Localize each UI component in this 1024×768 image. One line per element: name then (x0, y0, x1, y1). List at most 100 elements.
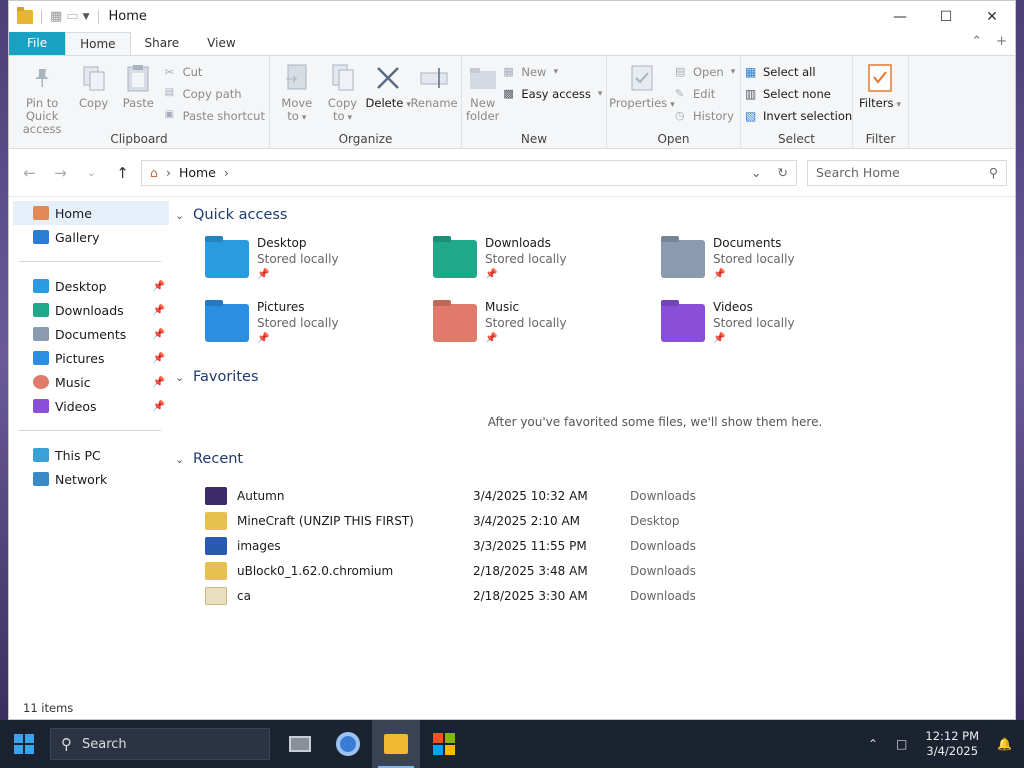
quick-access-item-pictures[interactable]: Pictures Stored locally 📌 (205, 299, 433, 351)
recent-file-row[interactable]: ca 2/18/2025 3:30 AM Downloads (205, 583, 1015, 608)
windows-logo-icon (14, 734, 34, 754)
edit-label: Edit (693, 86, 716, 101)
invert-selection-button[interactable]: ▧ Invert selection (745, 106, 852, 125)
address-bar[interactable]: ⌂ › Home › ⌄ ↻ (141, 159, 797, 186)
favorites-empty-message: After you've favorited some files, we'll… (487, 415, 823, 429)
quick-access-item-desktop[interactable]: Desktop Stored locally 📌 (205, 235, 433, 287)
desktop-wallpaper (0, 0, 8, 720)
select-all-label: Select all (763, 64, 816, 79)
pin-icon: 📌 (152, 280, 165, 292)
taskbar-store[interactable] (420, 720, 468, 768)
move-to-icon (282, 62, 312, 94)
easy-access-button[interactable]: ▩ Easy access (503, 84, 602, 103)
clock[interactable]: 12:12 PM 3/4/2025 (925, 729, 979, 759)
sidebar-item-gallery[interactable]: Gallery (9, 225, 169, 249)
main-area: Home Gallery Desktop 📌 Downloads 📌 Docum… (9, 198, 1015, 719)
tab-share[interactable]: Share (131, 32, 194, 55)
organize-group: Move to Copy to Delete Rename Organize (270, 56, 462, 148)
quick-access-item-downloads[interactable]: Downloads Stored locally 📌 (433, 235, 661, 287)
select-none-button[interactable]: ▥ Select none (745, 84, 852, 103)
paste-shortcut-button[interactable]: ▣ Paste shortcut (165, 106, 265, 125)
filters-label: Filters (859, 97, 901, 112)
address-dropdown-chevron-icon[interactable]: ⌄ (751, 165, 761, 180)
recent-file-row[interactable]: MineCraft (UNZIP THIS FIRST) 3/4/2025 2:… (205, 508, 1015, 533)
folder-location: Stored locally (713, 316, 795, 330)
quick-access-item-documents[interactable]: Documents Stored locally 📌 (661, 235, 889, 287)
sidebar-item-label: Desktop (55, 278, 107, 294)
minimize-button[interactable]: — (877, 1, 923, 32)
sidebar-item-home[interactable]: Home (13, 201, 169, 225)
sidebar-item-pictures[interactable]: Pictures 📌 (9, 346, 169, 370)
tab-view[interactable]: View (193, 32, 249, 55)
new-folder-icon[interactable]: ▭ (66, 9, 78, 24)
taskbar-file-explorer[interactable] (372, 720, 420, 768)
history-icon: ◷ (675, 108, 685, 122)
tab-home[interactable]: Home (65, 32, 131, 55)
store-icon (433, 733, 455, 755)
recent-file-row[interactable]: Autumn 3/4/2025 10:32 AM Downloads (205, 483, 1015, 508)
open-button[interactable]: ▤ Open (675, 62, 735, 81)
recent-file-row[interactable]: uBlock0_1.62.0.chromium 2/18/2025 3:48 A… (205, 558, 1015, 583)
forward-arrow-icon[interactable]: → (48, 164, 73, 182)
section-title: Quick access (193, 207, 288, 223)
up-arrow-icon[interactable]: ↑ (110, 164, 135, 182)
quick-access-item-music[interactable]: Music Stored locally 📌 (433, 299, 661, 351)
copy-label: Copy (79, 96, 109, 110)
file-name: uBlock0_1.62.0.chromium (237, 563, 394, 578)
properties-check-icon (627, 62, 657, 94)
recent-header[interactable]: ⌄ Recent (175, 447, 1015, 471)
history-button[interactable]: ◷ History (675, 106, 735, 125)
file-date: 2/18/2025 3:30 AM (473, 588, 588, 603)
certificate-file-icon (205, 586, 227, 605)
refresh-icon[interactable]: ↻ (778, 165, 788, 180)
sidebar-item-videos[interactable]: Videos 📌 (9, 394, 169, 418)
pin-icon: 📌 (152, 352, 165, 364)
file-location: Desktop (630, 513, 680, 528)
sidebar-item-label: Home (55, 205, 92, 221)
task-view-button[interactable] (276, 720, 324, 768)
copy-icon (79, 62, 109, 94)
start-button[interactable] (0, 720, 48, 768)
plus-icon[interactable]: + (996, 34, 1007, 49)
sidebar-item-music[interactable]: Music 📌 (9, 370, 169, 394)
chevron-up-icon[interactable]: ⌃ (868, 737, 878, 751)
file-location: Downloads (630, 563, 696, 578)
breadcrumb-home[interactable]: Home (179, 165, 216, 180)
sidebar-item-label: Network (55, 471, 108, 487)
cut-button[interactable]: ✂ Cut (165, 62, 265, 81)
edit-button[interactable]: ✎ Edit (675, 84, 735, 103)
status-bar: 11 items (9, 697, 1015, 719)
new-item-button[interactable]: ▦ New (503, 62, 602, 81)
notification-bell-icon[interactable]: 🔔 (997, 737, 1012, 751)
quick-access-item-videos[interactable]: Videos Stored locally 📌 (661, 299, 889, 351)
sidebar-item-label: This PC (55, 447, 101, 463)
network-icon[interactable]: □ (896, 737, 907, 751)
recent-file-row[interactable]: images 3/3/2025 11:55 PM Downloads (205, 533, 1015, 558)
sidebar-item-network[interactable]: Network (9, 467, 169, 491)
sidebar-item-desktop[interactable]: Desktop 📌 (9, 274, 169, 298)
sidebar-item-this-pc[interactable]: This PC (9, 443, 169, 467)
folder-location: Stored locally (485, 252, 567, 266)
select-all-button[interactable]: ▦ Select all (745, 62, 852, 81)
sidebar-item-downloads[interactable]: Downloads 📌 (9, 298, 169, 322)
documents-icon (33, 327, 49, 341)
copy-path-button[interactable]: ▤ Copy path (165, 84, 265, 103)
quick-access-header[interactable]: ⌄ Quick access (175, 203, 1015, 227)
sidebar-item-documents[interactable]: Documents 📌 (9, 322, 169, 346)
taskbar-chromium[interactable] (324, 720, 372, 768)
tab-file[interactable]: File (9, 32, 66, 55)
recent-locations-chevron-icon[interactable]: ⌄ (79, 166, 104, 179)
close-button[interactable]: ✕ (969, 1, 1015, 32)
collapse-ribbon-icon[interactable]: ⌃ (971, 34, 982, 49)
folder-icon (17, 6, 33, 24)
maximize-button[interactable]: ☐ (923, 1, 969, 32)
taskbar-search[interactable]: ⚲ Search (50, 728, 270, 760)
videos-folder-icon (661, 304, 705, 342)
file-date: 3/4/2025 10:32 AM (473, 488, 588, 503)
favorites-header[interactable]: ⌄ Favorites (175, 365, 1015, 389)
properties-icon[interactable]: ▦ (50, 9, 62, 24)
back-arrow-icon[interactable]: ← (17, 164, 42, 182)
window-title: Home (108, 9, 147, 24)
chevron-down-icon[interactable]: ▼ (83, 12, 90, 22)
search-box[interactable]: Search Home ⚲ (807, 159, 1007, 186)
